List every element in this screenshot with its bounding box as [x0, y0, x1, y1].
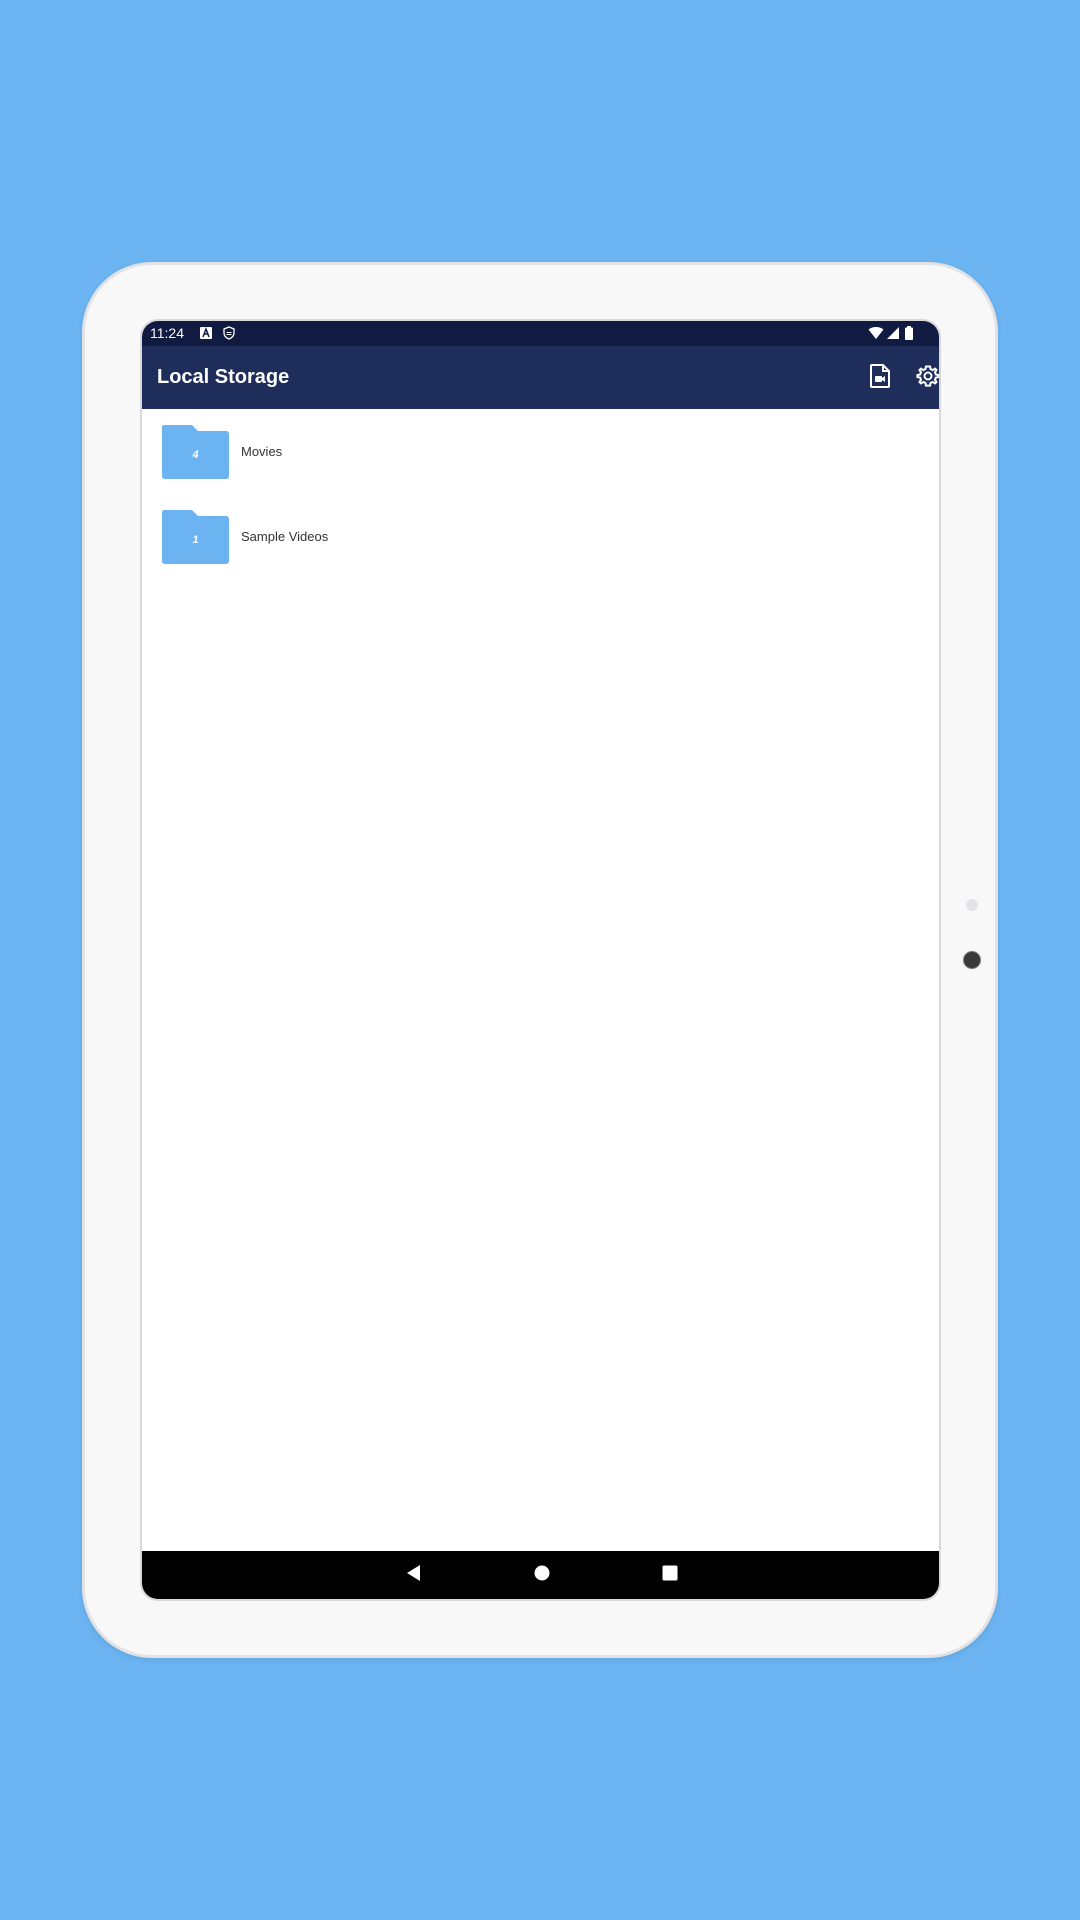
signal-icon — [886, 326, 900, 345]
settings-button[interactable] — [910, 360, 939, 396]
media-file-button[interactable] — [862, 360, 898, 396]
device-screen: 11:24 Local Storage 4 Movies 1 Sample Vi… — [140, 319, 941, 1601]
folder-count: 4 — [192, 449, 199, 461]
status-bar: 11:24 — [142, 321, 939, 346]
font-a-icon — [199, 326, 213, 345]
navigation-bar — [142, 1551, 939, 1599]
folder-name: Sample Videos — [241, 529, 329, 544]
document-media-icon — [869, 363, 891, 393]
app-bar: Local Storage — [142, 346, 939, 409]
folder-name: Movies — [241, 444, 283, 459]
list-item[interactable]: 1 Sample Videos — [142, 494, 939, 578]
list-item[interactable]: 4 Movies — [142, 409, 939, 493]
battery-icon — [904, 326, 914, 345]
back-button[interactable] — [398, 1559, 430, 1591]
recents-icon — [662, 1565, 678, 1586]
front-camera — [963, 951, 981, 969]
recents-button[interactable] — [654, 1559, 686, 1591]
status-time: 11:24 — [150, 325, 184, 341]
wifi-icon — [868, 326, 884, 345]
settings-gear-icon — [916, 364, 939, 393]
back-icon — [405, 1564, 423, 1587]
shield-icon — [222, 326, 236, 345]
light-sensor — [966, 899, 978, 911]
home-button[interactable] — [526, 1559, 558, 1591]
folder-count: 1 — [192, 534, 199, 546]
page-title: Local Storage — [157, 366, 290, 388]
home-icon — [534, 1565, 550, 1586]
